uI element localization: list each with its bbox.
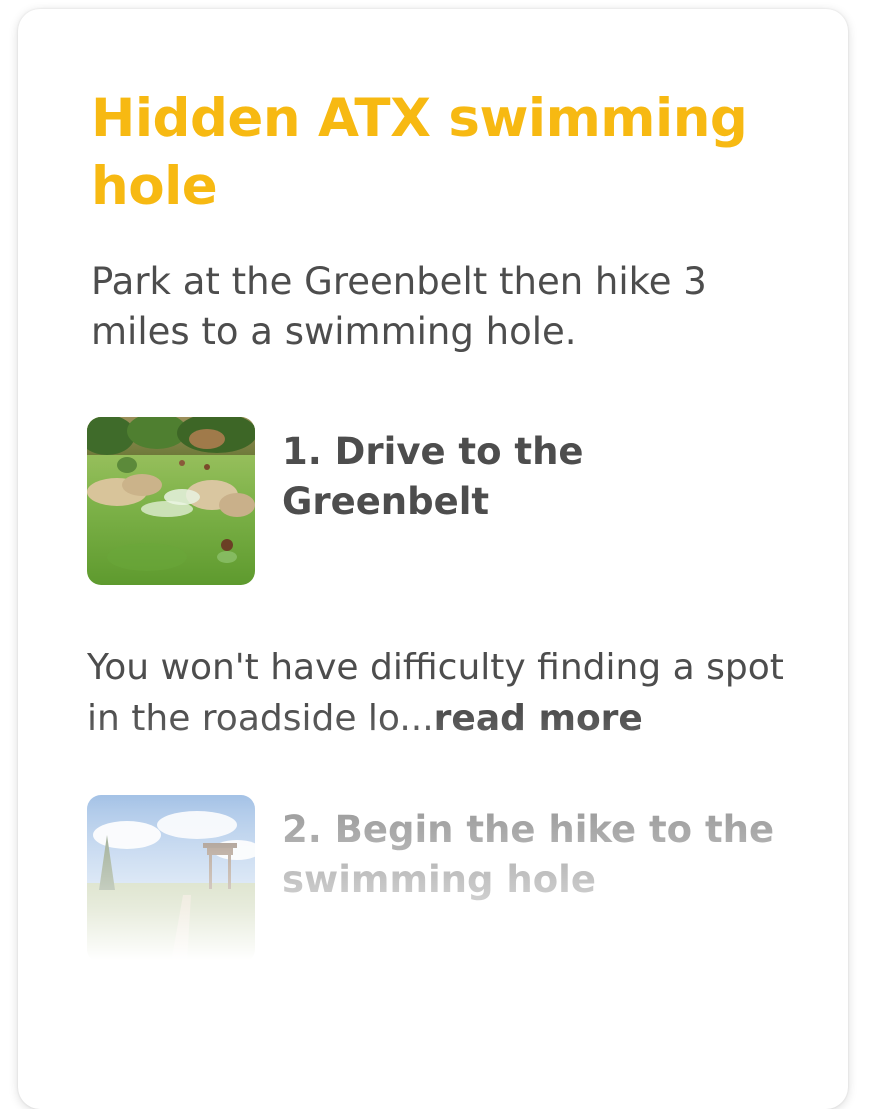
hiking-trail-photo[interactable]	[87, 795, 255, 963]
read-more-link[interactable]: read more	[434, 698, 643, 739]
swimming-hole-photo[interactable]	[87, 417, 255, 585]
step-description: You won't have difficulty finding a spot…	[87, 642, 787, 744]
step-title[interactable]: 2. Begin the hike to the swimming hole	[282, 805, 782, 905]
card-title: Hidden ATX swimming hole	[91, 88, 748, 217]
step-title[interactable]: 1. Drive to the Greenbelt	[282, 427, 782, 527]
spot-card: Hidden ATX swimming hole Park at the Gre…	[18, 9, 848, 1109]
card-description: Park at the Greenbelt then hike 3 miles …	[91, 260, 707, 353]
